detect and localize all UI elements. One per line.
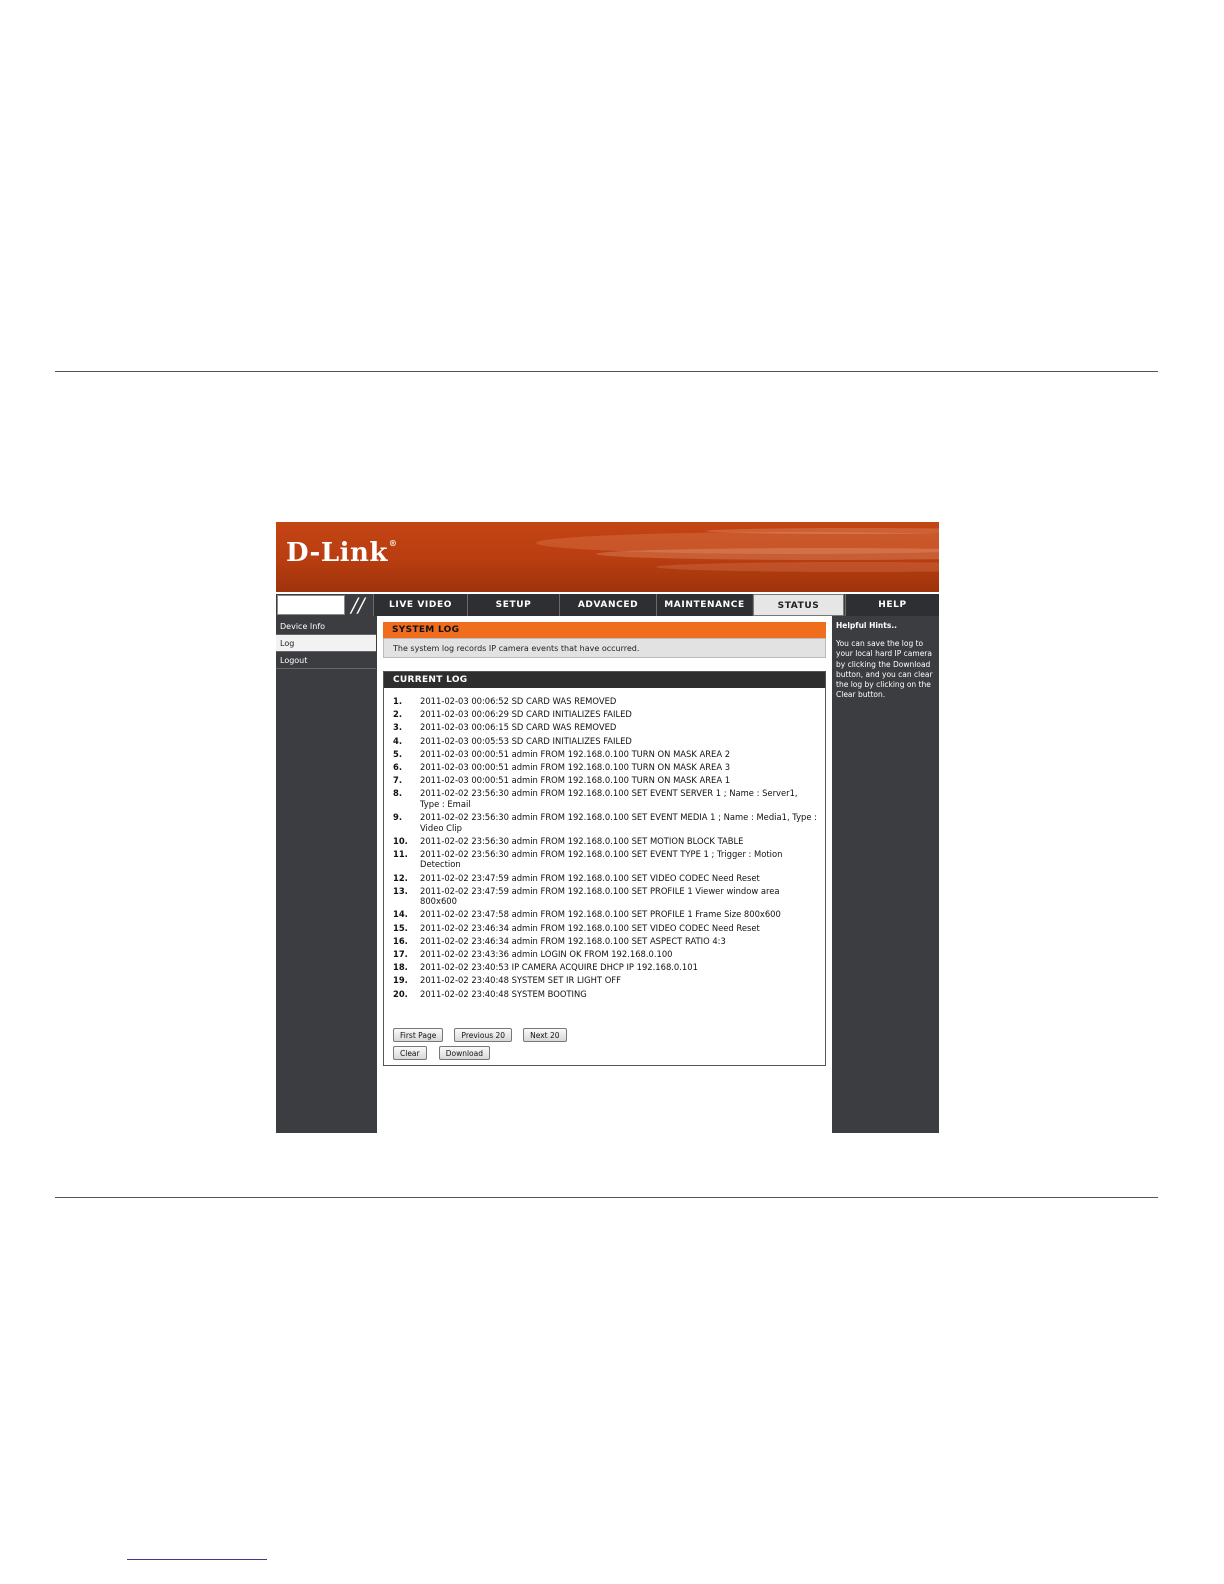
nav-separator: //	[351, 593, 365, 617]
log-entry: 7. 2011-02-03 00:00:51 admin FROM 192.168…	[393, 775, 818, 786]
log-entry: 20. 2011-02-02 23:40:48 SYSTEM BOOTING	[393, 989, 818, 1000]
tab-setup[interactable]: SETUP	[467, 594, 559, 616]
log-entry-text: 2011-02-02 23:56:30 admin FROM 192.168.0…	[420, 835, 744, 846]
dlink-logo: D-Link®	[286, 538, 398, 568]
next-20-button[interactable]: Next 20	[523, 1028, 567, 1042]
log-entry-text: 2011-02-02 23:40:53 IP CAMERA ACQUIRE DH…	[420, 962, 698, 973]
log-entry: 18. 2011-02-02 23:40:53 IP CAMERA ACQUIRE…	[393, 962, 818, 973]
log-entry-text: 2011-02-03 00:00:51 admin FROM 192.168.0…	[420, 775, 731, 786]
log-entry-number: 5.	[393, 748, 403, 759]
top-navigation: // LIVE VIDEO SETUP ADVANCED MAINTENANCE…	[276, 594, 939, 616]
header-banner: D-Link®	[276, 522, 939, 592]
log-action-buttons: Clear Download	[393, 1041, 496, 1060]
log-entry-text: 2011-02-02 23:46:34 admin FROM 192.168.0…	[420, 922, 760, 933]
sidebar-item-log[interactable]: Log	[276, 635, 376, 652]
log-entry-text: 2011-02-02 23:56:30 admin FROM 192.168.0…	[420, 848, 783, 870]
log-entry-text: 2011-02-02 23:40:48 SYSTEM BOOTING	[420, 988, 587, 999]
log-entry-text: 2011-02-02 23:56:30 admin FROM 192.168.0…	[420, 788, 798, 809]
sidebar-item-logout[interactable]: Logout	[276, 652, 376, 669]
current-log-header: CURRENT LOG	[384, 672, 825, 688]
download-button[interactable]: Download	[438, 1046, 490, 1060]
sidebar-item-device-info[interactable]: Device Info	[276, 618, 376, 635]
helpful-hints-panel: Helpful Hints.. You can save the log to …	[833, 618, 939, 1133]
log-entry: 6. 2011-02-03 00:00:51 admin FROM 192.168…	[393, 762, 818, 773]
log-entry: 14. 2011-02-02 23:47:58 admin FROM 192.16…	[393, 909, 818, 920]
top-divider	[55, 371, 1158, 372]
log-entry-text: 2011-02-02 23:40:48 SYSTEM SET IR LIGHT …	[420, 975, 621, 986]
log-entry-text: 2011-02-03 00:05:53 SD CARD INITIALIZES …	[420, 735, 632, 746]
tab-maintenance[interactable]: MAINTENANCE	[656, 594, 752, 616]
log-entry-text: 2011-02-03 00:00:51 admin FROM 192.168.0…	[420, 761, 731, 772]
log-entry: 2. 2011-02-03 00:06:29 SD CARD INITIALIZE…	[393, 709, 818, 720]
log-entry-text: 2011-02-03 00:00:51 admin FROM 192.168.0…	[420, 748, 731, 759]
log-entry-number: 19.	[393, 975, 408, 986]
log-entry: 9. 2011-02-02 23:56:30 admin FROM 192.168…	[393, 812, 818, 833]
log-entry-text: 2011-02-02 23:47:59 admin FROM 192.168.0…	[420, 885, 780, 907]
main-content: SYSTEM LOG The system log records IP cam…	[377, 616, 832, 1133]
log-entry-number: 3.	[393, 722, 403, 733]
system-log-header: SYSTEM LOG	[383, 622, 826, 638]
log-entry: 15. 2011-02-02 23:46:34 admin FROM 192.16…	[393, 923, 818, 934]
bottom-divider	[55, 1197, 1158, 1198]
footer-link-underline	[127, 1559, 267, 1560]
log-entry-number: 1.	[393, 696, 403, 706]
log-entry-number: 6.	[393, 761, 403, 772]
tab-advanced[interactable]: ADVANCED	[559, 594, 656, 616]
log-entry-number: 8.	[393, 788, 403, 799]
log-entry-text: 2011-02-02 23:43:36 admin LOGIN OK FROM …	[420, 949, 673, 959]
log-entry: 1. 2011-02-03 00:06:52 SD CARD WAS REMOVE…	[393, 696, 818, 707]
log-entry-number: 13.	[393, 885, 408, 896]
log-entry-number: 12.	[393, 872, 408, 883]
hints-title: Helpful Hints..	[836, 621, 898, 630]
log-entry-text: 2011-02-02 23:56:30 admin FROM 192.168.0…	[420, 812, 817, 833]
hints-text: You can save the log to your local hard …	[836, 639, 933, 700]
log-entry-number: 18.	[393, 962, 408, 973]
sidebar: Device Info Log Logout	[276, 618, 376, 1133]
log-entry-number: 2.	[393, 709, 403, 720]
log-entry-number: 17.	[393, 949, 408, 959]
log-entry-number: 16.	[393, 935, 408, 946]
log-entry: 12. 2011-02-02 23:47:59 admin FROM 192.16…	[393, 873, 818, 884]
system-log-description: The system log records IP camera events …	[383, 638, 826, 658]
first-page-button[interactable]: First Page	[393, 1028, 444, 1042]
pagination-buttons: First Page Previous 20 Next 20	[393, 1023, 573, 1042]
previous-20-button[interactable]: Previous 20	[454, 1028, 513, 1042]
log-entry-number: 15.	[393, 922, 408, 933]
log-entry-text: 2011-02-03 00:06:29 SD CARD INITIALIZES …	[420, 709, 632, 720]
log-entry-number: 7.	[393, 775, 403, 786]
camera-web-ui: D-Link® // LIVE VIDEO SETUP ADVANCED MAI…	[276, 522, 939, 1133]
log-entry: 17. 2011-02-02 23:43:36 admin LOGIN OK FR…	[393, 949, 818, 960]
log-entry: 10. 2011-02-02 23:56:30 admin FROM 192.16…	[393, 836, 818, 847]
log-entry: 8. 2011-02-02 23:56:30 admin FROM 192.168…	[393, 788, 818, 809]
current-log-panel: CURRENT LOG 1. 2011-02-03 00:06:52 SD CAR…	[383, 671, 826, 1066]
log-entry-text: 2011-02-02 23:47:59 admin FROM 192.168.0…	[420, 872, 760, 883]
log-entry-text: 2011-02-02 23:46:34 admin FROM 192.168.0…	[420, 935, 726, 946]
tab-live-video[interactable]: LIVE VIDEO	[373, 594, 467, 616]
log-entry-text: 2011-02-03 00:06:15 SD CARD WAS REMOVED	[420, 722, 617, 733]
log-entry: 19. 2011-02-02 23:40:48 SYSTEM SET IR LIG…	[393, 975, 818, 986]
log-entry: 16. 2011-02-02 23:46:34 admin FROM 192.16…	[393, 936, 818, 947]
log-entry: 5. 2011-02-03 00:00:51 admin FROM 192.168…	[393, 749, 818, 760]
log-entry-number: 10.	[393, 835, 408, 846]
log-entry: 4. 2011-02-03 00:05:53 SD CARD INITIALIZE…	[393, 736, 818, 747]
log-entry-number: 9.	[393, 812, 403, 822]
tab-help[interactable]: HELP	[845, 594, 939, 616]
log-entry-number: 4.	[393, 735, 403, 746]
log-entry: 11. 2011-02-02 23:56:30 admin FROM 192.16…	[393, 849, 818, 870]
log-entry-text: 2011-02-02 23:47:58 admin FROM 192.168.0…	[420, 909, 781, 920]
log-entry-number: 11.	[393, 848, 408, 859]
log-entry: 3. 2011-02-03 00:06:15 SD CARD WAS REMOVE…	[393, 722, 818, 733]
log-entry: 13. 2011-02-02 23:47:59 admin FROM 192.16…	[393, 886, 818, 907]
log-entry-text: 2011-02-03 00:06:52 SD CARD WAS REMOVED	[420, 696, 617, 706]
tab-status[interactable]: STATUS	[753, 594, 844, 616]
log-list: 1. 2011-02-03 00:06:52 SD CARD WAS REMOVE…	[393, 696, 818, 1002]
clear-button[interactable]: Clear	[393, 1046, 427, 1060]
model-label-box	[277, 595, 345, 615]
log-entry-number: 14.	[393, 909, 408, 920]
log-entry-number: 20.	[393, 988, 408, 999]
